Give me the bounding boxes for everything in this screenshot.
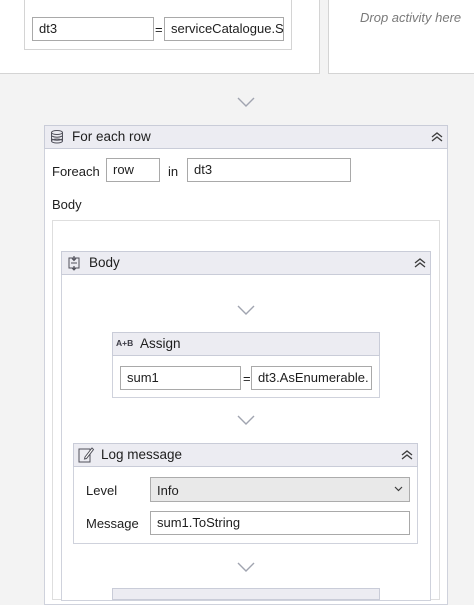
collapse-chevron-icon[interactable]	[430, 131, 444, 143]
previous-assign-to-field[interactable]: dt3	[32, 17, 154, 41]
assign-to-field[interactable]: sum1	[120, 366, 241, 390]
level-label: Level	[86, 483, 118, 498]
body-label: Body	[52, 197, 82, 212]
body-sequence-activity[interactable]	[61, 251, 431, 601]
collapse-chevron-icon[interactable]	[413, 257, 427, 269]
drop-activity-hint: Drop activity here	[360, 10, 462, 25]
assign-equals-sign: =	[243, 371, 251, 386]
insert-activity-arrow-icon[interactable]	[237, 305, 255, 315]
foreach-label: Foreach	[52, 164, 100, 179]
in-label: in	[168, 164, 179, 179]
body-sequence-title: Body	[89, 255, 120, 270]
message-field[interactable]: sum1.ToString	[150, 511, 410, 535]
foreach-collection-field[interactable]: dt3	[187, 158, 351, 182]
insert-activity-arrow-icon[interactable]	[237, 97, 255, 107]
foreach-item-field[interactable]: row	[106, 158, 160, 182]
previous-assign-equals-sign: =	[155, 22, 163, 37]
assign-icon: A+B	[116, 338, 134, 348]
insert-activity-arrow-icon[interactable]	[237, 415, 255, 425]
for-each-row-title: For each row	[72, 129, 151, 144]
message-label: Message	[86, 516, 139, 531]
for-each-row-icon	[51, 130, 63, 144]
insert-activity-arrow-icon[interactable]	[237, 562, 255, 572]
assign-value-field[interactable]: dt3.AsEnumerable.	[251, 366, 372, 390]
sequence-icon	[68, 256, 80, 271]
assign-title: Assign	[140, 336, 181, 351]
chevron-down-icon	[394, 486, 403, 492]
workflow-designer-canvas: { "top_assign": { "left_value": "dt3", "…	[0, 0, 474, 605]
log-message-title: Log message	[101, 447, 183, 462]
previous-assign-value-field[interactable]: serviceCatalogue.S	[164, 17, 284, 41]
level-dropdown-value: Info	[157, 483, 179, 498]
level-dropdown[interactable]	[150, 477, 410, 502]
next-activity[interactable]	[112, 588, 380, 600]
collapse-chevron-icon[interactable]	[400, 449, 414, 461]
log-message-icon	[78, 447, 95, 463]
